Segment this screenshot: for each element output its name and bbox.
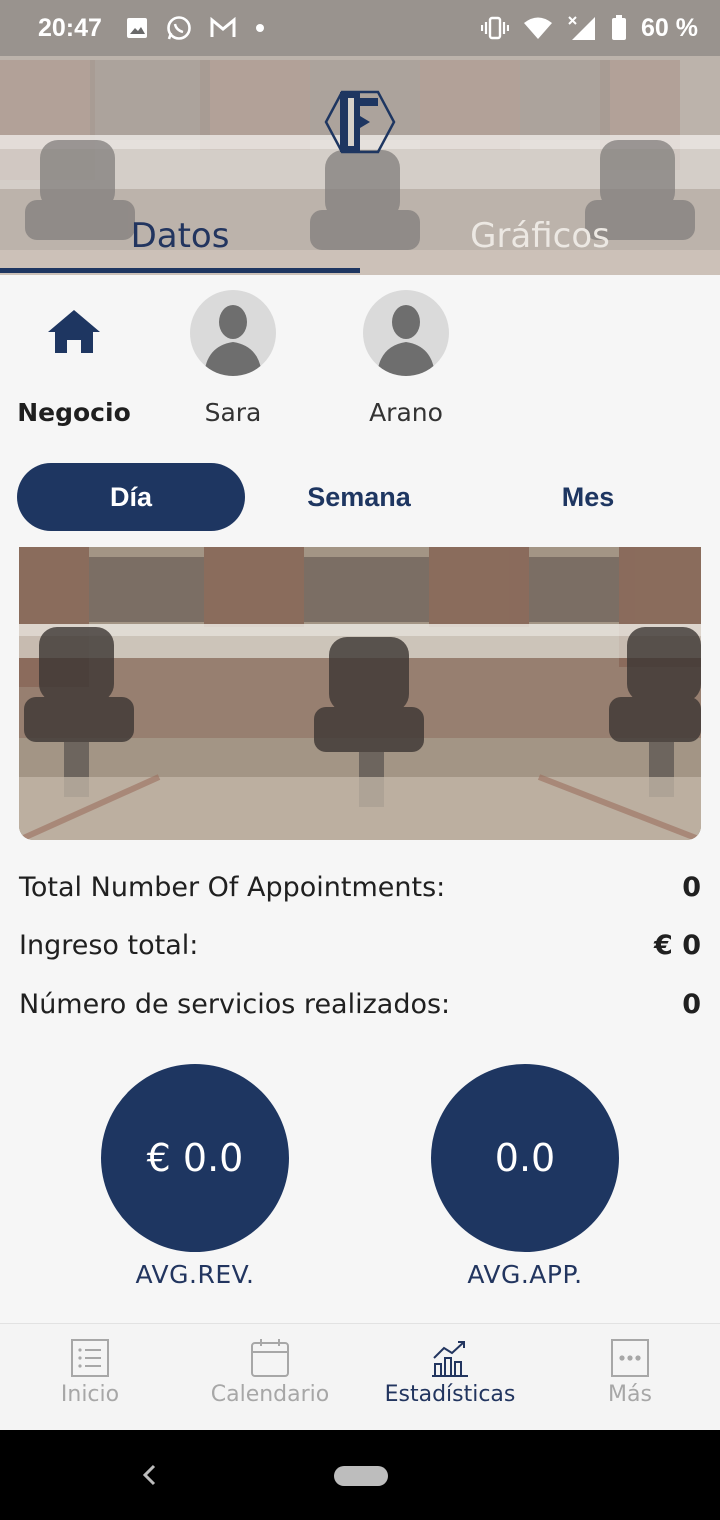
period-dia-button[interactable]: Día	[17, 463, 245, 531]
stat-label: Ingreso total:	[19, 930, 199, 961]
bottom-navigation: Inicio Calendario Estadísticas Más	[0, 1323, 720, 1430]
stat-row-income: Ingreso total: € 0	[19, 930, 701, 961]
nav-item-mas[interactable]: Más	[540, 1324, 720, 1430]
period-mes-button[interactable]: Mes	[474, 463, 702, 531]
stat-label: Total Number Of Appointments:	[19, 872, 446, 903]
nav-label-mas: Más	[608, 1382, 652, 1407]
nav-item-inicio[interactable]: Inicio	[0, 1324, 180, 1430]
avg-revenue-label: AVG.REV.	[135, 1260, 255, 1289]
back-icon[interactable]	[138, 1460, 160, 1490]
nav-label-estadisticas: Estadísticas	[384, 1382, 516, 1407]
vibrate-icon	[481, 16, 510, 40]
image-icon	[126, 18, 147, 38]
list-icon	[71, 1339, 109, 1377]
whatsapp-icon	[167, 16, 191, 40]
status-bar: 20:47 60 %	[0, 0, 720, 56]
staff-item-sara[interactable]: Sara	[163, 290, 303, 427]
avg-appointments-value: 0.0	[431, 1064, 619, 1252]
person-avatar-icon	[363, 290, 449, 376]
staff-item-negocio[interactable]: Negocio	[4, 290, 144, 427]
tab-datos[interactable]: Datos	[0, 196, 360, 276]
stat-label: Número de servicios realizados:	[19, 989, 451, 1020]
stat-value: € 0	[654, 930, 701, 961]
home-pill-button[interactable]	[334, 1466, 388, 1486]
home-icon	[31, 290, 117, 376]
brand-logo	[324, 90, 396, 154]
period-semana-button[interactable]: Semana	[245, 463, 473, 531]
staff-label-negocio: Negocio	[17, 398, 131, 427]
nav-label-calendario: Calendario	[210, 1382, 330, 1407]
wifi-icon	[524, 17, 553, 39]
stat-value: 0	[682, 872, 701, 903]
battery-icon	[612, 15, 627, 40]
stat-row-services: Número de servicios realizados: 0	[19, 989, 701, 1020]
gmail-icon	[210, 17, 236, 37]
staff-label-arano: Arano	[369, 398, 443, 427]
nav-item-calendario[interactable]: Calendario	[180, 1324, 360, 1430]
dot-icon	[255, 24, 264, 32]
more-icon	[611, 1339, 649, 1377]
avg-revenue-value: € 0.0	[101, 1064, 289, 1252]
avg-revenue: € 0.0 AVG.REV.	[101, 1064, 289, 1289]
person-avatar-icon	[190, 290, 276, 376]
status-time: 20:47	[38, 13, 102, 42]
top-tabs: Datos Gráficos	[0, 196, 720, 276]
nav-label-inicio: Inicio	[60, 1382, 120, 1407]
active-tab-indicator	[0, 268, 360, 273]
stat-value: 0	[682, 989, 701, 1020]
calendar-icon	[251, 1339, 289, 1377]
staff-item-arano[interactable]: Arano	[336, 290, 476, 427]
nav-item-estadisticas[interactable]: Estadísticas	[360, 1324, 540, 1430]
staff-label-sara: Sara	[204, 398, 262, 427]
stat-row-appointments: Total Number Of Appointments: 0	[19, 872, 701, 903]
tab-graficos[interactable]: Gráficos	[360, 196, 720, 276]
chart-icon	[432, 1341, 468, 1377]
avg-appointments: 0.0 AVG.APP.	[431, 1064, 619, 1289]
barbershop-photo	[19, 547, 701, 840]
signal-icon	[568, 16, 596, 40]
battery-percentage: 60 %	[641, 13, 698, 42]
avg-appointments-label: AVG.APP.	[467, 1260, 583, 1289]
